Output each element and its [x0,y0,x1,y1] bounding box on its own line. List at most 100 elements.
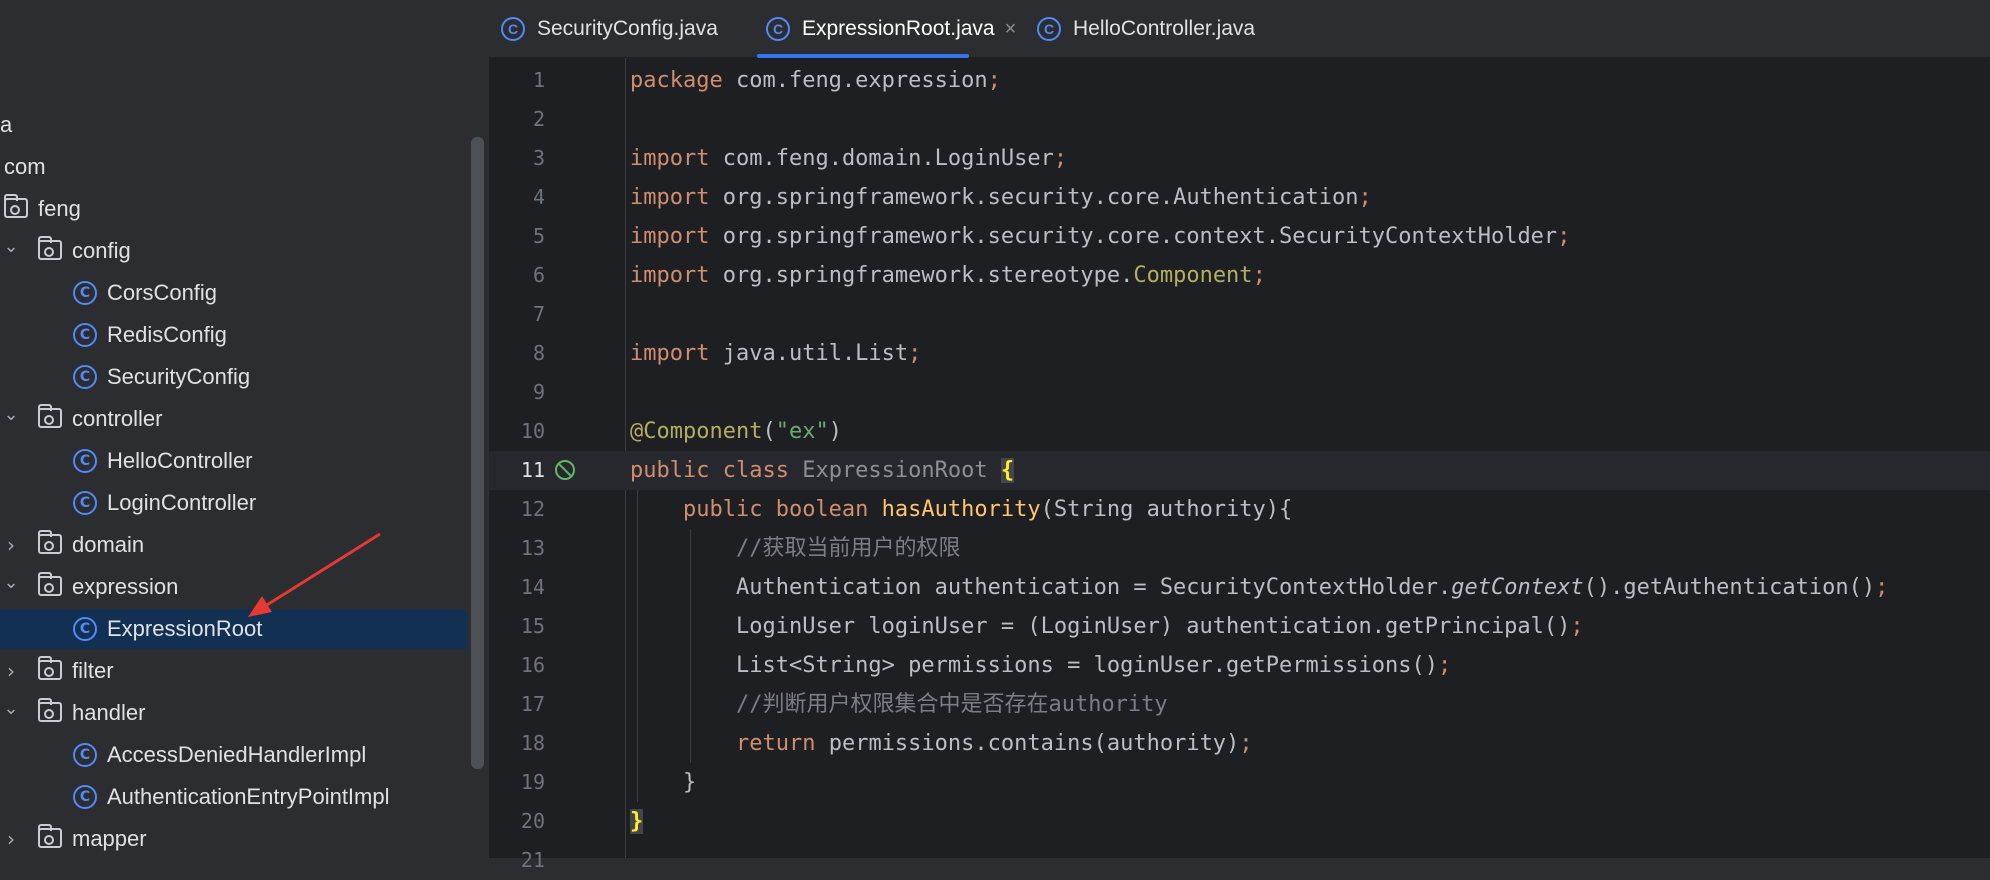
tab-label: HelloController.java [1073,17,1256,40]
line-number: 13 [520,536,545,560]
code-text: public boolean hasAuthority(String autho… [630,490,1292,529]
code-editor[interactable]: 1 package com.feng.expression; 2 3 import co… [489,58,1990,872]
tree-item-label: a [0,112,13,137]
tree-item-handler[interactable]: ⌄ handler [0,692,489,734]
tree-item-controller[interactable]: ⌄ controller [0,398,489,440]
code-token: import [630,185,710,210]
code-text: Authentication authentication = Security… [630,568,1888,607]
tree-item-domain[interactable]: › domain [0,524,489,566]
code-text: import java.util.List; [630,334,921,373]
chevron-down-icon[interactable]: ⌄ [2,394,20,436]
code-token: import [630,146,710,171]
code-text: //判断用户权限集合中是否存在authority [630,685,1168,724]
tree-item-label: feng [38,196,81,221]
code-line: 15 LoginUser loginUser = (LoginUser) aut… [489,607,1990,646]
line-number: 6 [532,263,545,287]
tree-item-accessdeniedhandlerimpl[interactable]: C AccessDeniedHandlerImpl [0,734,489,776]
chevron-right-icon[interactable]: › [2,818,20,858]
tree-item-redisconfig[interactable]: C RedisConfig [0,314,489,356]
code-token: ().getAuthentication() [1583,575,1876,600]
tree-item-authenticationentrypointimpl[interactable]: C AuthenticationEntryPointImpl [0,776,489,818]
tree-item-label: SecurityConfig [107,364,251,389]
class-icon: C [73,743,97,767]
tree-item-label: LoginController [107,490,257,515]
code-token: (String authority){ [1040,497,1293,522]
line-number: 8 [532,341,545,365]
code-token: } [682,770,697,795]
folder-icon [38,698,62,722]
tab-expressionroot[interactable]: C ExpressionRoot.java × [757,0,1016,58]
code-line: 17 //判断用户权限集合中是否存在authority [489,685,1990,724]
line-number: 4 [532,185,545,209]
code-token: ; [1358,185,1372,210]
tree-item-label: ExpressionRoot [107,616,263,641]
tree-item-corsconfig[interactable]: C CorsConfig [0,272,489,314]
code-token: return [735,731,816,756]
code-line: 13 //获取当前用户的权限 [489,529,1990,568]
tree-item-mapper[interactable]: › mapper [0,818,489,858]
tree-item-securityconfig[interactable]: C SecurityConfig [0,356,489,398]
indent-guide [636,490,638,802]
code-token: ; [1239,731,1253,756]
sidebar-scrollbar[interactable] [471,137,484,769]
class-icon: C [73,281,97,305]
line-number: 9 [532,380,545,404]
class-icon: C [73,323,97,347]
class-icon: C [766,17,790,41]
tree-item-filter[interactable]: › filter [0,650,489,692]
line-number: 21 [520,848,545,872]
line-number: 3 [532,146,545,170]
code-token: org.springframework.security.core.Authen… [722,185,1359,210]
code-line: 16 List<String> permissions = loginUser.… [489,646,1990,685]
code-text: return permissions.contains(authority); [630,724,1253,763]
code-text: List<String> permissions = loginUser.get… [630,646,1451,685]
code-token: permissions.contains(authority) [828,731,1240,756]
folder-icon [38,656,62,680]
tree-item-expressionroot[interactable]: C ExpressionRoot [0,608,489,650]
chevron-right-icon[interactable]: › [2,524,20,566]
indent-guide [689,529,691,763]
code-token: //获取当前用户的权限 [735,536,961,561]
code-token: package [630,68,723,93]
class-icon: C [73,449,97,473]
class-icon: C [73,365,97,389]
tree-item-com[interactable]: com [0,146,489,188]
chevron-down-icon[interactable]: ⌄ [2,226,20,268]
tree-item-config[interactable]: ⌄ config [0,230,489,272]
line-number: 14 [520,575,545,599]
folder-icon [38,236,62,260]
code-token: getContext [1451,575,1584,600]
code-token: java.util.List [722,341,909,366]
line-number: 1 [532,68,545,92]
code-token: hasAuthority [881,497,1041,522]
code-line: 20} [489,802,1990,841]
chevron-down-icon[interactable]: ⌄ [2,688,20,730]
tab-securityconfig[interactable]: C SecurityConfig.java [501,0,718,58]
bean-gutter-icon[interactable] [555,460,575,480]
code-line: 1 package com.feng.expression; [489,61,1990,100]
tree-item-label: handler [72,700,146,725]
tree-item-logincontroller[interactable]: C LoginController [0,482,489,524]
tree-item-a[interactable]: a [0,104,489,146]
code-line: 2 [489,100,1990,139]
code-line: 7 [489,295,1990,334]
code-token: com.feng.domain.LoginUser [722,146,1054,171]
class-icon: C [1037,17,1061,41]
tree-item-label: AccessDeniedHandlerImpl [107,742,367,767]
chevron-down-icon[interactable]: ⌄ [2,562,20,604]
tree-item-expression[interactable]: ⌄ expression [0,566,489,608]
tree-item-label: expression [72,574,179,599]
line-number: 5 [532,224,545,248]
chevron-right-icon[interactable]: › [2,650,20,692]
code-text: LoginUser loginUser = (LoginUser) authen… [630,607,1584,646]
line-number: 10 [520,419,545,443]
close-icon[interactable]: × [1005,18,1017,41]
code-line: 18 return permissions.contains(authority… [489,724,1990,763]
tree-item-feng[interactable]: feng [0,188,489,230]
code-token: import [630,341,710,366]
code-token: import [630,263,710,288]
tab-hellocontroller[interactable]: C HelloController.java [1037,0,1255,58]
tree-item-hellocontroller[interactable]: C HelloController [0,440,489,482]
line-number: 7 [532,302,545,326]
code-line: 4 import org.springframework.security.cor… [489,178,1990,217]
